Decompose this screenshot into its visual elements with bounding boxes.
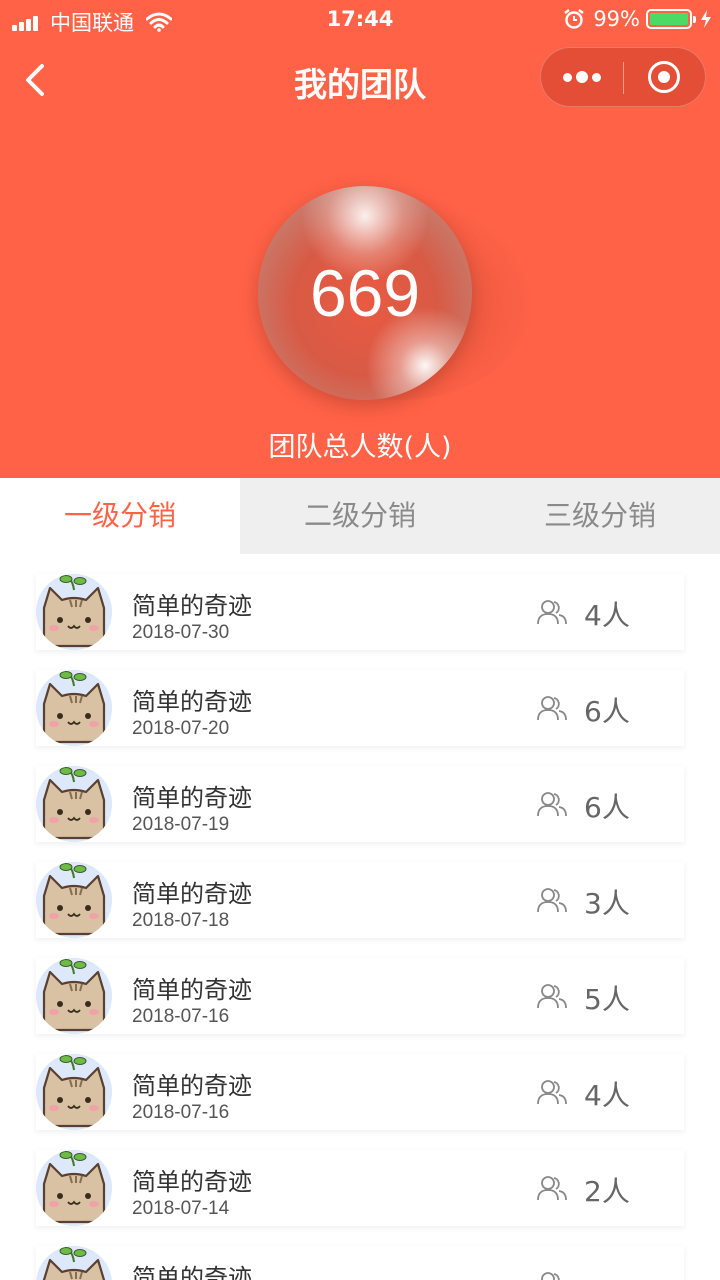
mini-program-capsule xyxy=(540,47,706,107)
capsule-divider xyxy=(623,62,624,94)
list-item[interactable]: 简单的奇迹 2018-07-30 4人 xyxy=(36,574,684,650)
member-name: 简单的奇迹 xyxy=(132,784,252,812)
people-icon xyxy=(536,598,568,626)
status-bar: 中国联通 17:44 99% xyxy=(0,0,720,40)
bolt-icon xyxy=(701,10,711,28)
list-item[interactable]: 简单的奇迹 2018-07-16 4人 xyxy=(36,1054,684,1130)
member-name: 简单的奇迹 xyxy=(132,688,252,716)
member-name: 简单的奇迹 xyxy=(132,976,252,1004)
tab-level-2[interactable]: 二级分销 xyxy=(240,478,480,554)
team-total-count: 669 xyxy=(309,256,421,330)
people-icon xyxy=(536,1078,568,1106)
target-circle-icon[interactable] xyxy=(648,61,680,93)
avatar xyxy=(36,1246,112,1280)
avatar xyxy=(36,1054,112,1130)
people-icon xyxy=(536,886,568,914)
people-icon xyxy=(536,982,568,1010)
member-join-date: 2018-07-20 xyxy=(132,718,230,739)
member-join-date: 2018-07-30 xyxy=(132,622,230,643)
more-dots-icon[interactable] xyxy=(541,48,623,106)
avatar xyxy=(36,1150,112,1226)
tab-level-3[interactable]: 三级分销 xyxy=(480,478,720,554)
battery-fill xyxy=(650,13,688,25)
list-item[interactable]: 简单的奇迹 2018-07-14 2人 xyxy=(36,1150,684,1226)
list-item[interactable]: 简单的奇迹 2018-07-20 6人 xyxy=(36,670,684,746)
header-banner: 中国联通 17:44 99% 我的团队 669 团队总人数(人) xyxy=(0,0,720,478)
member-join-date: 2018-07-16 xyxy=(132,1102,230,1123)
people-icon xyxy=(536,1174,568,1202)
list-item[interactable]: 简单的奇迹 2018-07-16 5人 xyxy=(36,958,684,1034)
member-team-count: 4人 xyxy=(584,1079,630,1112)
member-name: 简单的奇迹 xyxy=(132,1072,252,1100)
status-right: 99% xyxy=(563,7,712,31)
member-name: 简单的奇迹 xyxy=(132,592,252,620)
member-team-count: 2人 xyxy=(584,1175,630,1208)
member-name: 简单的奇迹 xyxy=(132,1168,252,1196)
avatar xyxy=(36,766,112,842)
member-join-date: 2018-07-16 xyxy=(132,1006,230,1027)
member-name: 简单的奇迹 xyxy=(132,880,252,908)
alarm-icon xyxy=(564,9,585,29)
member-team-count: 3人 xyxy=(584,887,630,920)
member-name: 简单的奇迹 xyxy=(132,1264,252,1280)
avatar xyxy=(36,574,112,650)
list-item[interactable]: 简单的奇迹 2018-07-18 3人 xyxy=(36,862,684,938)
people-icon xyxy=(536,1270,568,1280)
member-join-date: 2018-07-19 xyxy=(132,814,230,835)
avatar xyxy=(36,958,112,1034)
avatar xyxy=(36,862,112,938)
member-team-count: 5人 xyxy=(584,983,630,1016)
member-team-count: 6人 xyxy=(584,791,630,824)
battery-percent: 99% xyxy=(593,7,640,31)
member-join-date: 2018-07-18 xyxy=(132,910,230,931)
member-join-date: 2018-07-14 xyxy=(132,1198,230,1219)
member-team-count: 6人 xyxy=(584,695,630,728)
people-icon xyxy=(536,694,568,722)
list-item[interactable]: 简单的奇迹 2018-07-19 6人 xyxy=(36,766,684,842)
avatar xyxy=(36,670,112,746)
list-item[interactable]: 简单的奇迹 xyxy=(36,1246,684,1280)
tab-level-1[interactable]: 一级分销 xyxy=(0,478,240,554)
people-icon xyxy=(536,790,568,818)
member-team-count: 4人 xyxy=(584,599,630,632)
level-tabs: 一级分销 二级分销 三级分销 xyxy=(0,478,720,554)
battery-icon xyxy=(646,9,696,29)
team-total-label: 团队总人数(人) xyxy=(268,432,452,463)
